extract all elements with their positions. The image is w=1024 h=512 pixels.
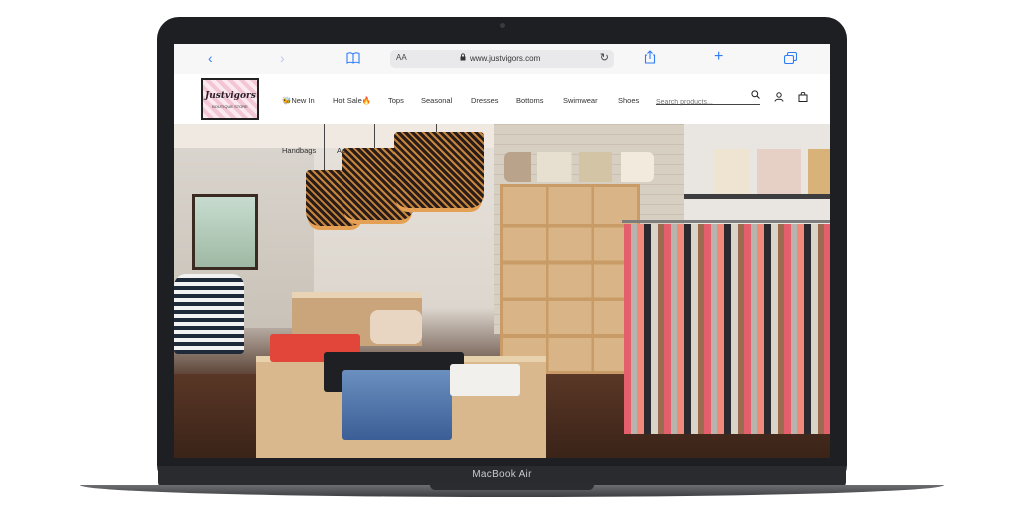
book-icon[interactable] [346,51,360,67]
tabs-icon[interactable] [783,51,798,67]
folded-white-shirt [450,364,520,396]
account-icon[interactable] [774,92,784,105]
nav-seasonal[interactable]: Seasonal [421,96,452,105]
search-box [656,90,760,106]
lamp-cord [324,124,325,170]
logo-name: Justvigors [205,91,256,101]
nav-bottoms[interactable]: Bottoms [516,96,544,105]
folded-jeans [342,370,452,440]
pendant-lamp [394,132,484,208]
nav-tops[interactable]: Tops [388,96,404,105]
url-text: www.justvigors.com [470,54,541,63]
device-label: MacBook Air [472,469,532,480]
striped-jacket [174,274,244,354]
nav-swimwear[interactable]: Swimwear [563,96,598,105]
camera-dot [500,23,505,28]
share-icon[interactable] [644,50,656,67]
wall-shelf [684,194,830,199]
nav-new-in[interactable]: 🐝New In [282,96,315,105]
screen: ‹ › AA www.justvigors.com ↻ + Justvigors… [174,44,830,458]
subnav-accessories[interactable]: Ac [337,146,346,155]
browser-toolbar: ‹ › AA www.justvigors.com ↻ + [174,44,830,75]
handbag-on-table [370,310,422,344]
lock-icon [460,53,466,63]
address-bar[interactable]: AA www.justvigors.com ↻ [390,50,614,68]
reader-aa-button[interactable]: AA [396,53,407,62]
clothing-rail [622,220,830,223]
nav-shoes[interactable]: Shoes [618,96,639,105]
lamp-cord [436,124,437,132]
logo-tagline: BOUTIQUE STORE [212,104,248,109]
nav-dresses[interactable]: Dresses [471,96,499,105]
chevron-right-icon[interactable]: › [280,50,285,66]
bag-icon[interactable] [798,91,808,105]
hanging-clothes [624,224,830,434]
reload-icon[interactable]: ↻ [600,51,609,64]
search-icon[interactable] [751,90,760,102]
site-logo[interactable]: Justvigors BOUTIQUE STORE [201,78,259,120]
plus-icon[interactable]: + [714,49,723,65]
handbag-display [504,152,654,182]
shelf-unit [500,184,640,374]
nav-hot-sale[interactable]: Hot Sale🔥 [333,96,371,105]
site-header: Justvigors BOUTIQUE STORE 🐝New In Hot Sa… [174,74,830,125]
search-input[interactable] [656,99,744,106]
chevron-left-icon[interactable]: ‹ [208,50,213,66]
hero-store-image: Handbags Ac [174,124,830,458]
window [192,194,258,270]
handbag-shelf-items [684,149,830,194]
laptop-notch [430,485,594,490]
subnav-handbags[interactable]: Handbags [282,146,316,155]
